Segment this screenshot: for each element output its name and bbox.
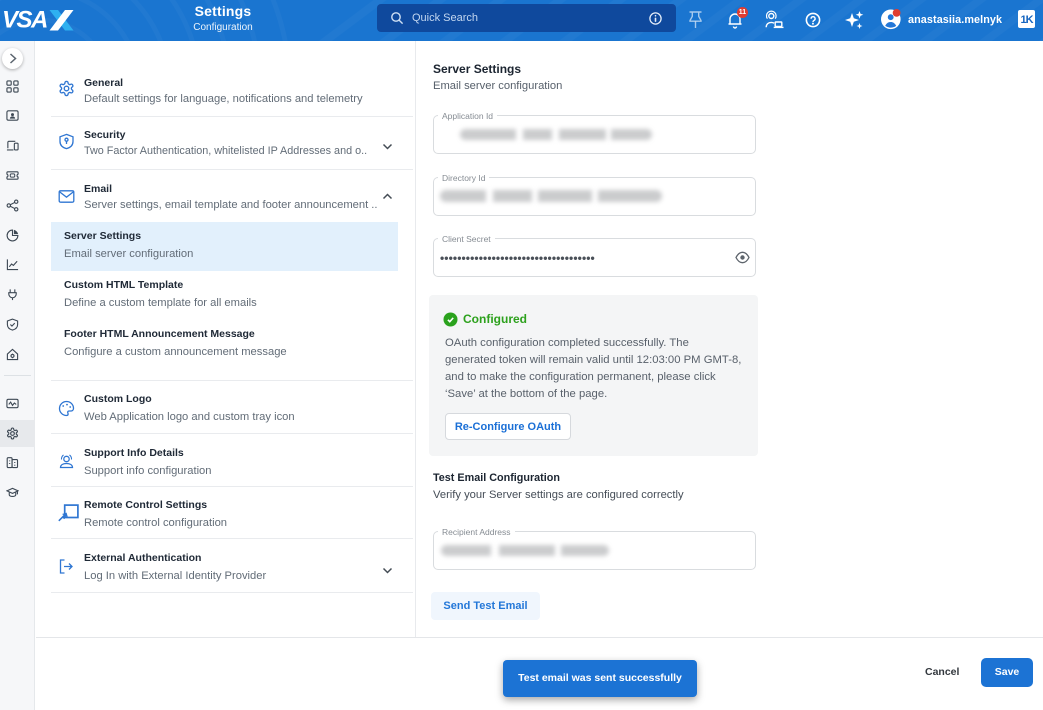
svg-text:VSA: VSA xyxy=(3,8,47,34)
